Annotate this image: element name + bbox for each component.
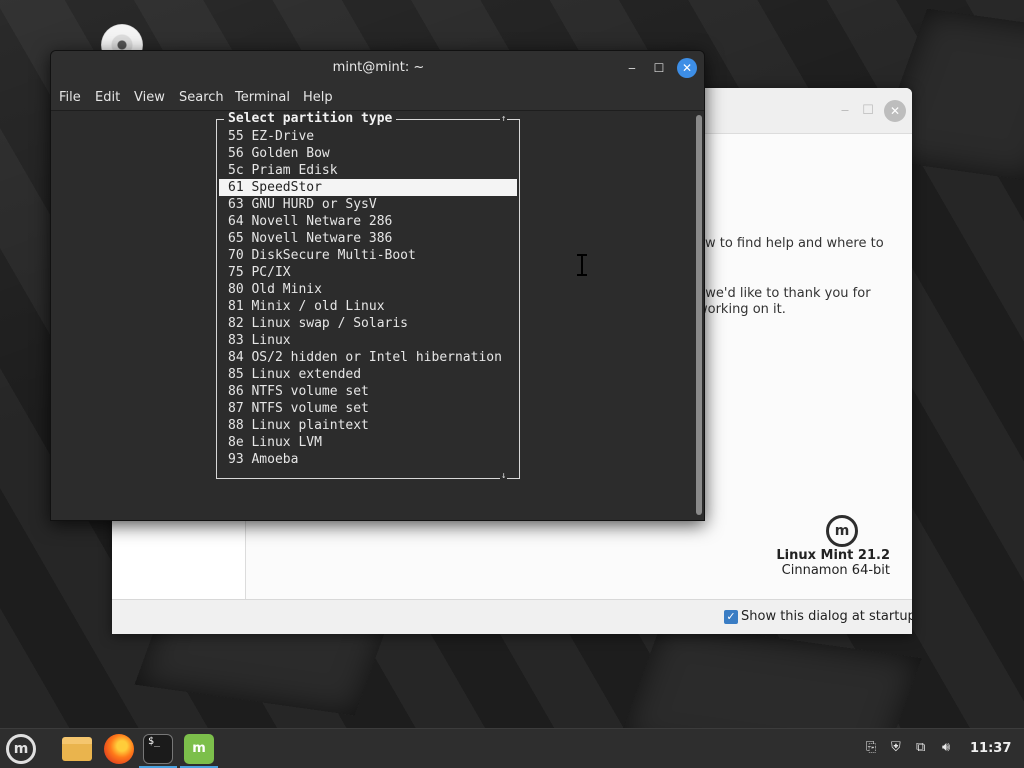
partition-type-item[interactable]: 56 Golden Bow bbox=[219, 145, 517, 162]
mint-menu-icon[interactable]: m bbox=[6, 734, 36, 764]
partition-type-item[interactable]: 75 PC/IX bbox=[219, 264, 517, 281]
partition-type-item[interactable]: 64 Novell Netware 286 bbox=[219, 213, 517, 230]
scroll-up-indicator: ↑ bbox=[500, 114, 508, 124]
network-icon[interactable]: ⧉ bbox=[916, 740, 925, 755]
folder-icon[interactable] bbox=[62, 737, 92, 761]
partition-type-item[interactable]: 63 GNU HURD or SysV bbox=[219, 196, 517, 213]
partition-type-item[interactable]: 55 EZ-Drive bbox=[219, 128, 517, 145]
terminal-scrollbar[interactable] bbox=[694, 111, 704, 519]
partition-type-item[interactable]: 87 NTFS volume set bbox=[219, 400, 517, 417]
menu-search[interactable]: Search bbox=[179, 90, 224, 105]
partition-type-item[interactable]: 5c Priam Edisk bbox=[219, 162, 517, 179]
close-icon[interactable]: ✕ bbox=[884, 100, 906, 122]
welcome-text: working on it. bbox=[697, 302, 786, 317]
menu-view[interactable]: View bbox=[134, 90, 165, 105]
partition-type-item[interactable]: 93 Amoeba bbox=[219, 451, 517, 468]
minimize-icon[interactable]: ‒ bbox=[622, 58, 642, 78]
partition-dialog-title: Select partition type bbox=[224, 111, 397, 126]
minimize-icon[interactable]: ‒ bbox=[834, 100, 856, 122]
show-at-startup-label[interactable]: Show this dialog at startup bbox=[741, 609, 912, 624]
partition-type-item[interactable]: 70 DiskSecure Multi-Boot bbox=[219, 247, 517, 264]
firefox-icon[interactable] bbox=[104, 734, 134, 764]
terminal-title: mint@mint: ~ bbox=[332, 60, 425, 75]
close-icon[interactable]: ✕ bbox=[677, 58, 697, 78]
clock[interactable]: 11:37 bbox=[970, 741, 1011, 756]
show-at-startup-checkbox[interactable]: ✓ bbox=[724, 610, 738, 624]
mint-install-icon[interactable]: m bbox=[184, 734, 214, 764]
maximize-icon[interactable]: ☐ bbox=[857, 100, 879, 122]
terminal-titlebar[interactable]: mint@mint: ~ ‒ ☐ ✕ bbox=[51, 51, 704, 85]
partition-type-item[interactable]: 86 NTFS volume set bbox=[219, 383, 517, 400]
taskbar: m $_ m ⎘ ⛨ ⧉ 🔊︎ 11:37 bbox=[0, 728, 1024, 768]
volume-icon[interactable]: 🔊︎ bbox=[942, 740, 950, 755]
maximize-icon[interactable]: ☐ bbox=[649, 58, 669, 78]
shield-icon[interactable]: ⛨ bbox=[891, 740, 901, 755]
welcome-footer: ✓ Show this dialog at startup bbox=[112, 599, 912, 634]
partition-type-item[interactable]: 85 Linux extended bbox=[219, 366, 517, 383]
terminal-icon[interactable]: $_ bbox=[143, 734, 173, 764]
menu-edit[interactable]: Edit bbox=[95, 90, 120, 105]
brand-edition: Cinnamon 64-bit bbox=[781, 563, 890, 578]
welcome-text: , we'd like to thank you for bbox=[697, 286, 871, 301]
text-cursor-icon bbox=[577, 254, 587, 276]
menu-terminal[interactable]: Terminal bbox=[235, 90, 290, 105]
welcome-text: ow to find help and where to bbox=[697, 236, 884, 251]
scroll-down-indicator: ↓ bbox=[500, 471, 508, 481]
partition-type-item[interactable]: 8e Linux LVM bbox=[219, 434, 517, 451]
partition-type-item[interactable]: 80 Old Minix bbox=[219, 281, 517, 298]
partition-type-item[interactable]: 61 SpeedStor bbox=[219, 179, 517, 196]
clipboard-icon[interactable]: ⎘ bbox=[866, 740, 876, 755]
partition-type-item[interactable]: 88 Linux plaintext bbox=[219, 417, 517, 434]
partition-type-list: 55 EZ-Drive 56 Golden Bow 5c Priam Edisk 61… bbox=[219, 128, 517, 468]
terminal-scrollbar-thumb[interactable] bbox=[696, 115, 702, 515]
partition-type-item[interactable]: 82 Linux swap / Solaris bbox=[219, 315, 517, 332]
menu-help[interactable]: Help bbox=[303, 90, 333, 105]
menu-file[interactable]: File bbox=[59, 90, 81, 105]
partition-type-item[interactable]: 84 OS/2 hidden or Intel hibernation bbox=[219, 349, 517, 366]
partition-type-item[interactable]: 81 Minix / old Linux bbox=[219, 298, 517, 315]
brand-name: Linux Mint 21.2 bbox=[776, 548, 890, 563]
terminal-menubar: File Edit View Search Terminal Help bbox=[51, 85, 704, 111]
partition-type-item[interactable]: 83 Linux bbox=[219, 332, 517, 349]
terminal-window: mint@mint: ~ ‒ ☐ ✕ File Edit View Search… bbox=[50, 50, 705, 521]
brand-info: Linux Mint 21.2 Cinnamon 64-bit bbox=[776, 548, 890, 578]
partition-type-item[interactable]: 65 Novell Netware 386 bbox=[219, 230, 517, 247]
desktop-decoration bbox=[618, 621, 922, 728]
linux-mint-logo-icon: m bbox=[826, 515, 858, 547]
